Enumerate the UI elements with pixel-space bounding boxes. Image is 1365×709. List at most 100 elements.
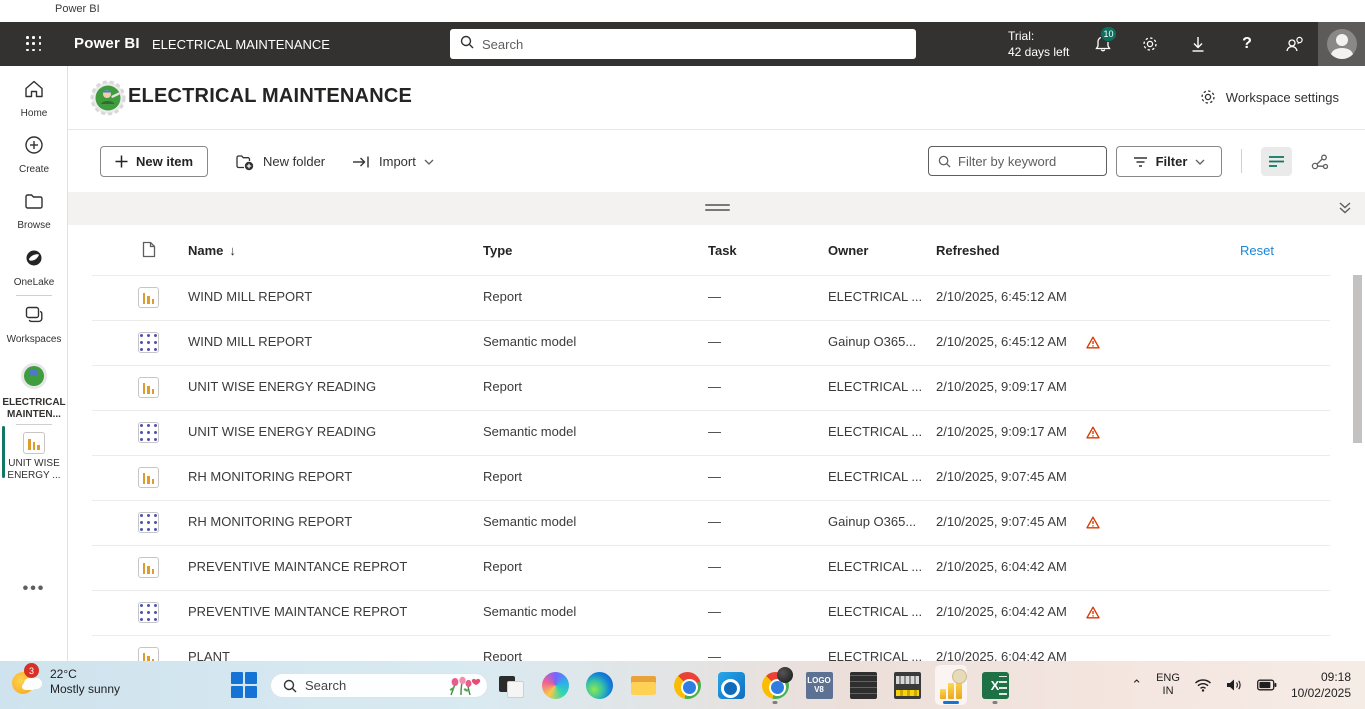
global-search-input[interactable] [482,37,906,52]
logo-v8-icon[interactable]: LOGO V8 [803,665,835,705]
start-button[interactable] [231,672,257,698]
excel-icon[interactable]: X [979,665,1011,705]
wifi-icon[interactable] [1194,678,1212,692]
item-owner: Gainup O365... [828,514,916,529]
item-type-column-icon[interactable] [142,241,156,258]
table-row[interactable]: RH MONITORING REPORT Semantic model — Ga… [68,500,1365,545]
table-row[interactable]: UNIT WISE ENERGY READING Report — ELECTR… [68,365,1365,410]
refresh-warning-icon[interactable] [1086,516,1100,532]
volume-icon[interactable] [1226,678,1243,692]
item-task: — [708,559,721,574]
chevron-down-icon [1195,159,1205,165]
clock[interactable]: 09:18 10/02/2025 [1291,669,1351,701]
filter-keyword-field[interactable] [958,154,1097,169]
sidebar-divider [16,424,52,425]
notifications-bell-icon[interactable]: 10 [1092,33,1114,55]
item-name[interactable]: PREVENTIVE MAINTANCE REPROT [188,559,407,574]
home-icon [23,78,45,100]
search-highlight-flowers-icon [443,676,481,696]
gear-icon [1199,88,1217,106]
outlook-icon[interactable] [715,665,747,705]
sidebar-item-create[interactable]: Create [0,134,68,176]
power-bi-icon[interactable] [935,665,967,705]
item-name[interactable]: RH MONITORING REPORT [188,469,352,484]
weather-widget[interactable]: 3 22°C Mostly sunny [10,666,120,698]
battery-icon[interactable] [1257,679,1277,691]
item-name[interactable]: WIND MILL REPORT [188,334,312,349]
column-header-task[interactable]: Task [708,243,737,258]
chrome-icon[interactable] [671,665,703,705]
plc-tool-icon[interactable] [891,665,923,705]
table-row[interactable]: UNIT WISE ENERGY READING Semantic model … [68,410,1365,455]
filter-keyword-input[interactable] [928,146,1107,176]
new-folder-button[interactable]: New folder [235,146,325,177]
download-icon[interactable] [1187,33,1209,55]
new-item-button[interactable]: New item [100,146,208,177]
tray-expand-icon[interactable]: ⌃ [1131,677,1142,693]
copilot-icon[interactable] [539,665,571,705]
filter-button[interactable]: Filter [1116,146,1222,177]
item-name[interactable]: UNIT WISE ENERGY READING [188,424,376,439]
table-row[interactable]: PLANT Report — ELECTRICAL ... 2/10/2025,… [68,635,1365,661]
global-search[interactable] [450,29,916,59]
notification-badge: 10 [1100,26,1117,42]
item-task: — [708,604,721,619]
item-name[interactable]: UNIT WISE ENERGY READING [188,379,376,394]
task-view-icon[interactable] [495,665,527,705]
account-avatar[interactable] [1318,22,1365,66]
language-indicator[interactable]: ENG IN [1156,672,1180,698]
table-rows: WIND MILL REPORT Report — ELECTRICAL ...… [68,275,1365,661]
feedback-icon[interactable] [1283,33,1305,55]
lineage-view-toggle[interactable] [1304,147,1335,176]
workspace-avatar-icon [90,80,126,116]
double-chevron-down-icon[interactable] [1337,200,1353,216]
refresh-warning-icon[interactable] [1086,426,1100,442]
table-row[interactable]: WIND MILL REPORT Semantic model — Gainup… [68,320,1365,365]
sidebar-item-onelake[interactable]: OneLake [0,247,68,289]
table-row[interactable]: RH MONITORING REPORT Report — ELECTRICAL… [68,455,1365,500]
table-row[interactable]: PREVENTIVE MAINTANCE REPROT Semantic mod… [68,590,1365,635]
list-view-toggle[interactable] [1261,147,1292,176]
item-name[interactable]: RH MONITORING REPORT [188,514,352,529]
column-header-name[interactable]: Name↓ [188,243,236,258]
chrome-alt-icon[interactable] [759,665,791,705]
column-header-refreshed[interactable]: Refreshed [936,243,1000,258]
item-owner: ELECTRICAL ... [828,289,922,304]
more-options-icon[interactable]: ••• [0,580,68,598]
settings-gear-icon[interactable] [1139,33,1161,55]
sidebar-item-workspaces[interactable]: Workspaces [0,304,68,346]
item-name[interactable]: PREVENTIVE MAINTANCE REPROT [188,604,407,619]
report-icon [138,467,159,488]
sidebar-item-electrical-maintenance[interactable]: ELECTRICAL MAINTEN... [0,363,68,421]
sidebar-item-unit-wise-energy[interactable]: UNIT WISE ENERGY ... [0,432,68,482]
import-button[interactable]: Import [352,146,434,177]
column-header-type[interactable]: Type [483,243,512,258]
file-explorer-icon[interactable] [627,665,659,705]
item-name[interactable]: WIND MILL REPORT [188,289,312,304]
help-icon[interactable]: ? [1236,33,1258,55]
sidebar-item-browse[interactable]: Browse [0,190,68,232]
power-bi-brand[interactable]: Power BI [74,35,140,52]
taskbar-search[interactable]: Search [270,673,488,698]
refresh-warning-icon[interactable] [1086,606,1100,622]
table-row[interactable]: WIND MILL REPORT Report — ELECTRICAL ...… [68,275,1365,320]
plus-icon [115,155,128,168]
report-icon [138,287,159,308]
lineage-icon [1311,154,1329,170]
refresh-warning-icon[interactable] [1086,336,1100,352]
reset-link[interactable]: Reset [1240,243,1274,258]
column-header-owner[interactable]: Owner [828,243,868,258]
trial-status[interactable]: Trial: 42 days left [1008,28,1069,60]
item-owner: ELECTRICAL ... [828,559,922,574]
browser-tab-title[interactable]: Power BI [55,3,100,15]
search-icon [938,155,951,168]
edge-icon[interactable] [583,665,615,705]
waffle-menu-icon[interactable] [26,36,42,52]
workspace-settings-button[interactable]: Workspace settings [1199,88,1339,106]
drag-handle[interactable] [705,204,730,214]
tech-tool-icon[interactable] [847,665,879,705]
table-row[interactable]: PREVENTIVE MAINTANCE REPROT Report — ELE… [68,545,1365,590]
sidebar-item-home[interactable]: Home [0,78,68,120]
vertical-scrollbar[interactable] [1353,275,1362,443]
item-name[interactable]: PLANT [188,649,230,661]
